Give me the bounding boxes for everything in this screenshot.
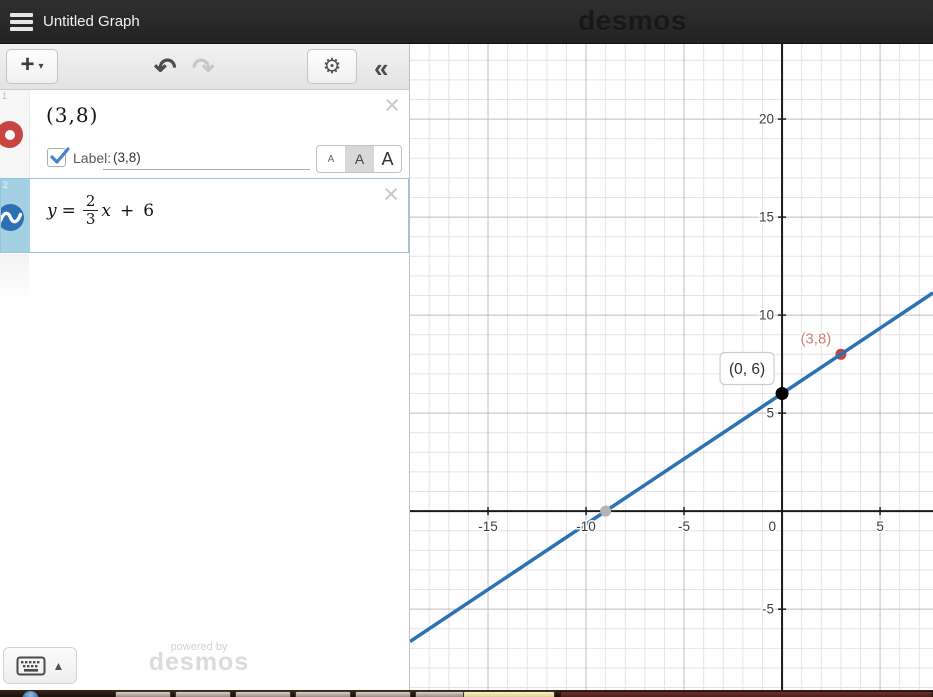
keyboard-icon [16,656,46,675]
equation-lhs: y [47,200,57,221]
svg-text:-15: -15 [478,519,498,534]
label-checkbox[interactable] [47,147,70,167]
desmos-app: Untitled Graph desmos + ▾ ↶ ↷ ⚙ « 1 (3,8… [0,0,933,697]
fraction-numerator: 2 [82,192,99,212]
fraction-denominator: 3 [85,210,96,229]
hamburger-bar [10,20,33,24]
graph-paper[interactable]: -15 -10 -5 0 5 -5 5 10 15 20 (3,8) (0, 6) [409,44,933,697]
sine-wave-icon [1,204,24,231]
expression-gutter-2[interactable]: 2 [1,179,30,252]
expression-panel: + ▾ ↶ ↷ ⚙ « 1 (3,8) × Label: (3,8) A A A… [0,44,410,697]
row-index: 1 [2,91,8,101]
curve-style-icon[interactable] [1,204,24,231]
expression-equation[interactable]: y = 2 3 x + 6 [47,192,155,229]
row-index: 2 [3,180,9,190]
equation-constant: 6 [143,200,155,221]
gear-icon: ⚙ [322,55,342,78]
top-bar: Untitled Graph desmos [0,0,933,44]
checkmark-icon [50,147,70,164]
point-style-icon[interactable] [0,121,23,148]
svg-text:(0, 6): (0, 6) [729,361,765,378]
taskbar-window-button[interactable] [295,691,351,697]
svg-text:0: 0 [769,519,777,534]
hamburger-bar [10,27,33,31]
svg-text:-5: -5 [678,519,690,534]
taskbar-window-button[interactable] [355,691,411,697]
desmos-logo: desmos [578,5,687,36]
svg-text:15: 15 [759,210,774,225]
svg-text:-10: -10 [576,519,596,534]
redo-button[interactable]: ↷ [186,47,221,89]
equation-variable: x [101,200,111,221]
chevron-down-icon: ▾ [38,61,44,72]
desmos-watermark: powered by desmos [139,641,259,676]
expression-row-2-selected[interactable]: 2 y = 2 3 x + 6 × [0,178,409,253]
plus-operator: + [120,200,135,221]
label-size-medium-button[interactable]: A [345,146,373,172]
taskbar-window-button[interactable] [235,691,291,697]
taskbar-active-window-button[interactable] [463,691,555,697]
svg-text:10: 10 [759,308,774,323]
point-label-row: Label: A A A [0,145,409,175]
show-keyboard-button[interactable]: ▲ [3,647,77,684]
start-button-icon[interactable] [22,691,39,697]
label-size-large-button[interactable]: A [373,146,401,172]
expression-toolbar: + ▾ ↶ ↷ ⚙ « [0,44,409,90]
plus-icon: + [20,51,35,78]
redo-icon: ↷ [192,53,215,83]
next-row-gutter-hint [0,254,29,304]
expression-latex[interactable]: (3,8) [46,103,98,127]
graph-title[interactable]: Untitled Graph [43,13,140,30]
close-icon[interactable]: × [384,92,400,119]
graph-canvas[interactable]: -15 -10 -5 0 5 -5 5 10 15 20 (3,8) (0, 6) [409,44,933,697]
expression-row-1[interactable]: 1 (3,8) × Label: A A A [0,90,409,178]
chevron-up-icon: ▲ [52,658,65,673]
desmos-watermark-logo: desmos [148,648,250,676]
equals-sign: = [61,200,76,221]
undo-icon: ↶ [154,53,177,83]
svg-text:(3,8): (3,8) [800,330,831,347]
os-taskbar [0,690,933,697]
hamburger-menu-icon[interactable] [10,13,33,31]
collapse-panel-button[interactable]: « [368,46,394,90]
svg-text:-5: -5 [762,602,774,617]
taskbar-window-button[interactable] [175,691,231,697]
label-size-control: A A A [316,145,402,173]
fraction: 2 3 [82,192,99,229]
add-expression-button[interactable]: + ▾ [6,49,58,84]
close-icon[interactable]: × [383,181,399,208]
svg-text:20: 20 [759,112,774,127]
point-style-icon-hole [4,129,15,140]
svg-text:5: 5 [767,406,775,421]
undo-button[interactable]: ↶ [148,47,183,89]
label-input[interactable] [103,146,310,170]
label-size-small-button[interactable]: A [317,146,345,172]
taskbar-window-button[interactable] [115,691,171,697]
hamburger-bar [10,13,33,17]
collapse-chevrons-icon: « [374,53,389,83]
svg-text:5: 5 [876,519,884,534]
taskbar-window-group[interactable] [560,691,933,697]
graph-settings-button[interactable]: ⚙ [307,49,357,84]
